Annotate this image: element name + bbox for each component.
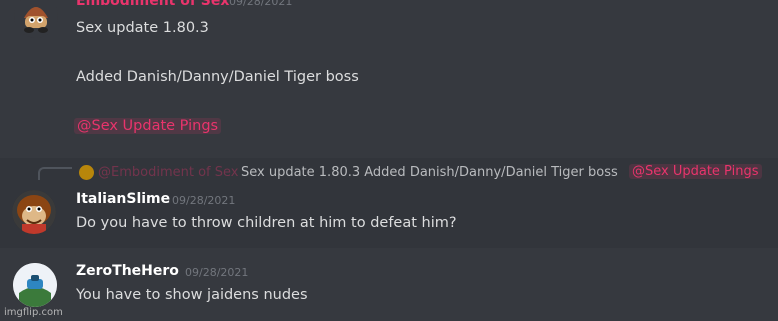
reply-avatar (79, 165, 94, 180)
message-zerothehero: ZeroTheHero 09/28/2021 You have to show … (0, 258, 778, 321)
reply-preview[interactable]: Sex update 1.80.3 Added Danish/Danny/Dan… (241, 165, 618, 180)
author-name[interactable]: ItalianSlime (76, 191, 170, 207)
message-italianslime: @Embodiment of Sex Sex update 1.80.3 Add… (0, 158, 778, 248)
reply-author[interactable]: @Embodiment of Sex (98, 165, 238, 180)
reply-role-mention[interactable]: @Sex Update Pings (629, 164, 762, 179)
avatar[interactable] (12, 190, 56, 234)
message-embodiment-of-sex: Embodiment of Sex 09/28/2021 Sex update … (0, 0, 778, 140)
message-text: You have to show jaidens nudes (76, 287, 308, 303)
timestamp: 09/28/2021 (229, 0, 293, 8)
watermark: imgflip.com (4, 307, 63, 318)
zero-avatar-icon (13, 263, 57, 307)
message-line: Sex update 1.80.3 (76, 20, 209, 36)
timestamp: 09/28/2021 (172, 194, 236, 207)
avatar[interactable] (13, 263, 57, 307)
message-text: Do you have to throw children at him to … (76, 215, 457, 231)
donkey-kong-avatar-icon (12, 190, 56, 234)
role-mention[interactable]: @Sex Update Pings (74, 118, 222, 134)
goomba-avatar-icon (24, 7, 48, 33)
reply-connector (38, 167, 72, 180)
author-name[interactable]: Embodiment of Sex (76, 0, 229, 9)
avatar[interactable] (14, 0, 58, 38)
message-line: Added Danish/Danny/Daniel Tiger boss (76, 69, 359, 85)
timestamp: 09/28/2021 (185, 266, 249, 279)
author-name[interactable]: ZeroTheHero (76, 263, 179, 279)
